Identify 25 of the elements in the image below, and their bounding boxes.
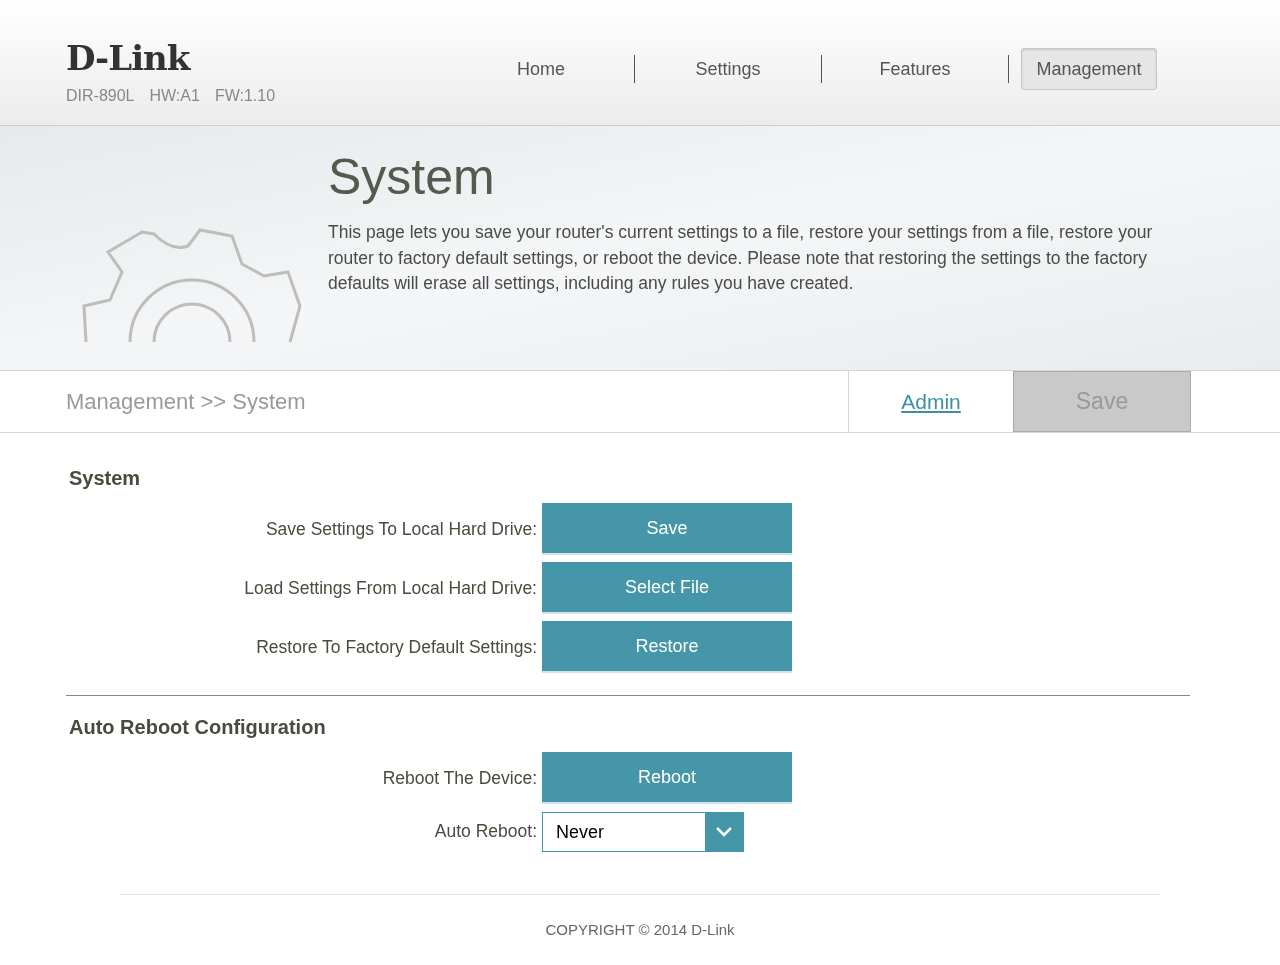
hardware-version: HW:A1 [149,86,200,106]
action-button[interactable]: Select File [542,562,792,614]
page-title: System [328,148,496,206]
copyright-text: COPYRIGHT © 2014 D-Link [545,920,735,940]
nav-tab[interactable]: Home [460,48,622,90]
action-button[interactable]: Restore [542,621,792,673]
section-title: Auto Reboot Configuration [68,715,326,740]
nav-tab[interactable]: Management [1021,48,1157,90]
logo: D-Link [66,40,190,76]
auto-reboot-dropdown[interactable]: Never [542,812,744,852]
nav-tab[interactable]: Settings [647,48,809,90]
field-label: Auto Reboot: [434,820,537,844]
field-label: Restore To Factory Default Settings: [256,635,537,659]
chevron-down-icon [715,826,733,838]
breadcrumb: Management >> System [66,388,306,416]
model-number: DIR-890L [66,86,135,106]
firmware-version: FW:1.10 [214,86,276,106]
field-label: Load Settings From Local Hard Drive: [244,576,537,600]
action-button[interactable]: Reboot [542,752,792,804]
section-title: System [68,466,141,491]
field-label: Reboot The Device: [382,766,537,790]
page-description: This page lets you save your router's current settings to a file, restore your settings from a file, restore your router to factory default settings, or reboot the device. Please note that restoring the settings to the factory defaults will erase all settings, including any rules you have created. [328,221,1154,295]
action-button[interactable]: Save [542,503,792,555]
field-label: Save Settings To Local Hard Drive: [265,517,537,541]
nav-tab[interactable]: Features [834,48,996,90]
